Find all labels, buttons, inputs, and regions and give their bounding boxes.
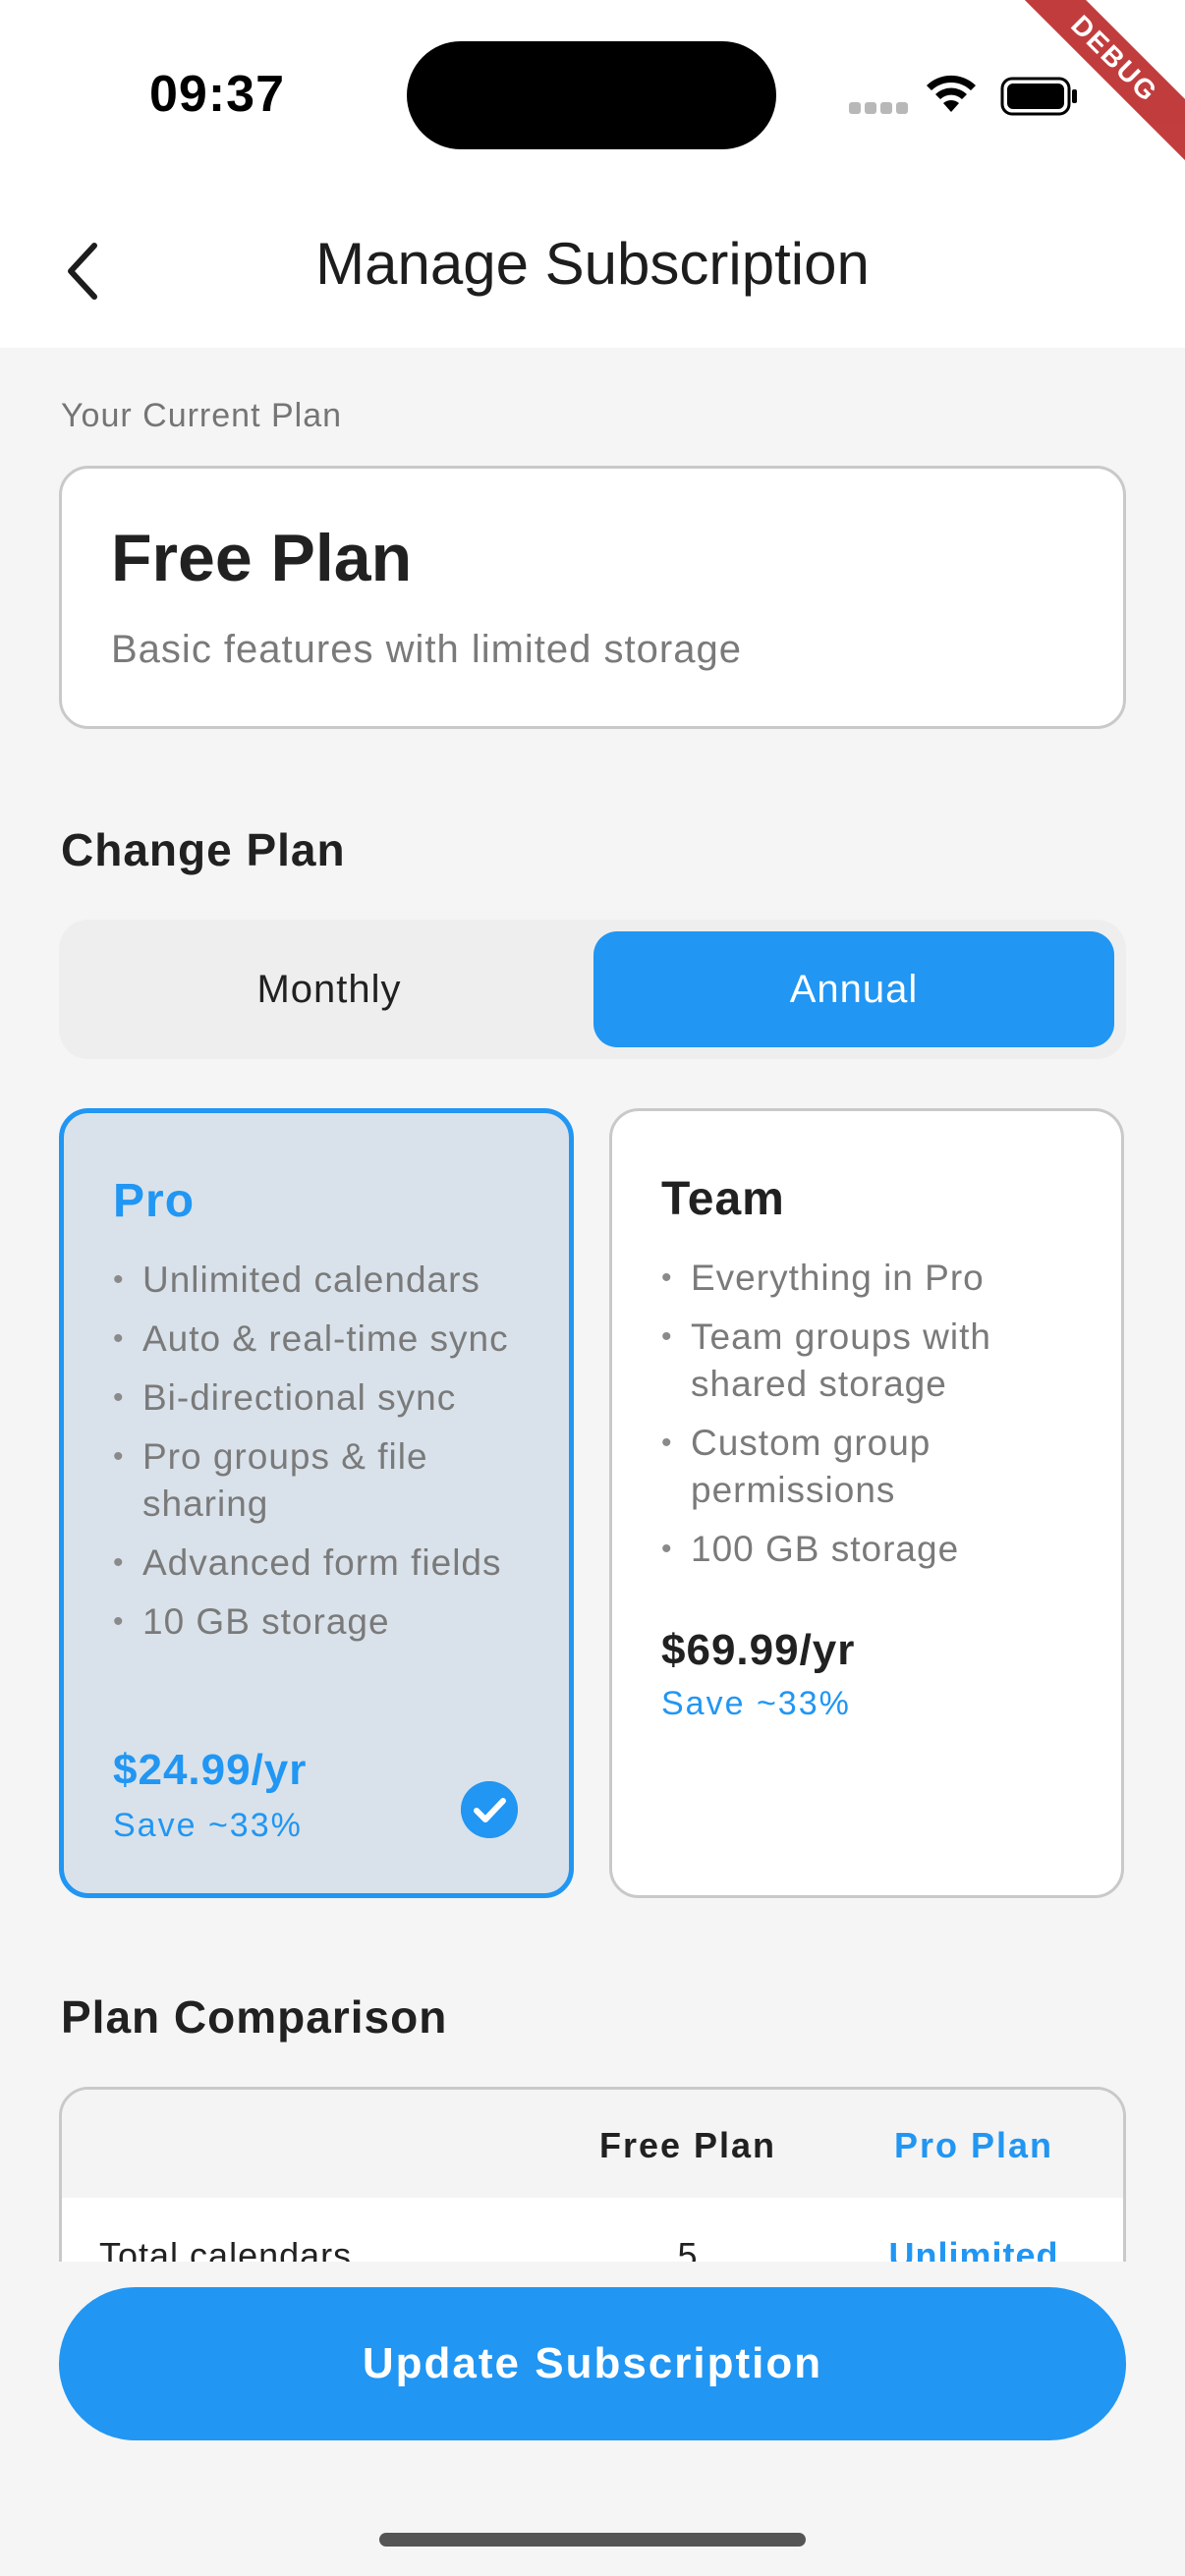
plan-feature-list: Everything in Pro Team groups with share…	[661, 1255, 1094, 1585]
plan-feature: Everything in Pro	[661, 1255, 1094, 1302]
plan-name: Pro	[113, 1175, 196, 1227]
current-plan-description: Basic features with limited storage	[111, 628, 742, 671]
plan-feature: Pro groups & file sharing	[113, 1433, 545, 1528]
plan-feature: Team groups with shared storage	[661, 1314, 1094, 1408]
current-plan-name: Free Plan	[111, 521, 413, 595]
plan-price: $24.99/yr	[113, 1746, 308, 1794]
app-bar: Manage Subscription	[0, 187, 1185, 348]
cellular-signal-icon	[849, 102, 908, 116]
battery-icon	[1000, 77, 1077, 116]
toggle-annual[interactable]: Annual	[593, 931, 1114, 1047]
update-subscription-button[interactable]: Update Subscription	[59, 2287, 1126, 2440]
plan-name: Team	[661, 1173, 785, 1225]
home-indicator[interactable]	[379, 2533, 806, 2547]
plan-feature: Unlimited calendars	[113, 1257, 545, 1304]
plan-card-pro[interactable]: Pro Unlimited calendars Auto & real-time…	[59, 1108, 574, 1898]
wifi-icon	[927, 75, 976, 112]
plan-price: $69.99/yr	[661, 1626, 856, 1674]
plan-feature: 10 GB storage	[113, 1598, 545, 1646]
plan-feature: Auto & real-time sync	[113, 1316, 545, 1363]
plan-feature: Advanced form fields	[113, 1540, 545, 1587]
column-header-pro: Pro Plan	[893, 2125, 1054, 2165]
plan-savings: Save ~33%	[113, 1807, 303, 1844]
plan-comparison-heading: Plan Comparison	[61, 1991, 448, 2043]
plan-card-team[interactable]: Team Everything in Pro Team groups with …	[609, 1108, 1124, 1898]
current-plan-card: Free Plan Basic features with limited st…	[59, 466, 1126, 729]
toggle-monthly[interactable]: Monthly	[69, 931, 590, 1047]
billing-period-toggle: Monthly Annual	[59, 920, 1126, 1059]
plan-savings: Save ~33%	[661, 1685, 851, 1722]
dynamic-island	[407, 41, 776, 149]
plan-feature-list: Unlimited calendars Auto & real-time syn…	[113, 1257, 545, 1657]
status-bar: 09:37 DEBUG	[0, 0, 1185, 187]
selected-check-icon	[461, 1781, 518, 1838]
column-header-free: Free Plan	[598, 2125, 777, 2165]
plan-feature: Bi-directional sync	[113, 1374, 545, 1422]
table-header: Free Plan Pro Plan	[62, 2090, 1123, 2198]
plan-feature: Custom group permissions	[661, 1420, 1094, 1514]
plan-feature: 100 GB storage	[661, 1526, 1094, 1573]
change-plan-heading: Change Plan	[61, 824, 346, 875]
current-plan-label: Your Current Plan	[61, 397, 343, 434]
page-title: Manage Subscription	[315, 231, 870, 297]
status-time: 09:37	[149, 66, 285, 123]
